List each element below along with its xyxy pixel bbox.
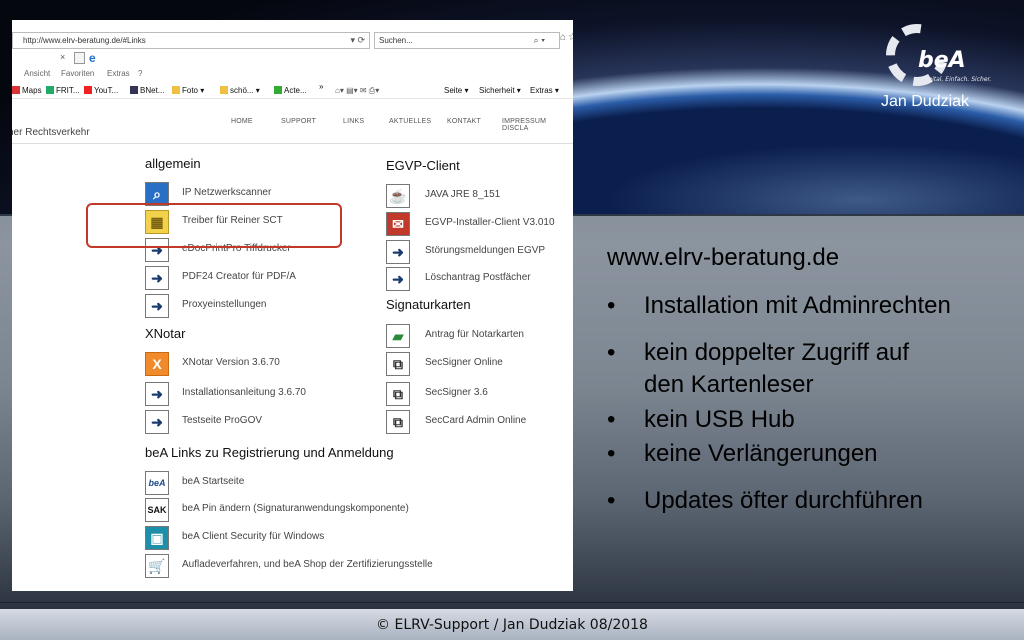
acte-icon bbox=[274, 86, 282, 94]
footer-divider bbox=[0, 602, 1024, 603]
sak-icon: SAK bbox=[145, 498, 169, 522]
java-icon: ☕ bbox=[386, 184, 410, 208]
bea-icon: beA bbox=[145, 471, 169, 495]
new-tab-button[interactable] bbox=[74, 52, 85, 64]
menu-sicherheit[interactable]: Sicherheit ▾ bbox=[479, 86, 521, 95]
stripes-icon: ▰ bbox=[386, 324, 410, 348]
secsigner-icon: ⧉ bbox=[386, 382, 410, 406]
toolbar-icons[interactable]: ⌂☆⚙ bbox=[560, 32, 573, 43]
heading-bea-links: beA Links zu Registrierung und Anmeldung bbox=[145, 445, 394, 460]
edge-icon[interactable]: e bbox=[89, 51, 96, 65]
fav-youtube[interactable]: YouT... bbox=[84, 86, 118, 95]
site-header: her Rechtsverkehr HOME SUPPORT LINKS AKT… bbox=[12, 110, 573, 144]
site-name: her Rechtsverkehr bbox=[12, 127, 90, 138]
shopping-cart-icon: 🛒 bbox=[145, 554, 169, 578]
home-icon[interactable]: ⌂▾ ▤▾ ✉ ⎙▾ bbox=[335, 86, 379, 96]
search-icon[interactable]: ⌕ ▾ bbox=[534, 33, 545, 48]
nav-support[interactable]: SUPPORT bbox=[281, 118, 316, 125]
menu-extras[interactable]: Extras bbox=[107, 69, 130, 78]
menu-bar: Ansicht Favoriten Extras ? bbox=[12, 68, 573, 82]
refresh-icon[interactable]: ▾ ⟳ bbox=[350, 33, 365, 48]
heading-xnotar: XNotar bbox=[145, 326, 186, 341]
frit-icon bbox=[46, 86, 54, 94]
address-bar[interactable]: http://www.elrv-beratung.de/#Links ▾ ⟳ bbox=[12, 32, 370, 49]
author-name: Jan Dudziak bbox=[881, 93, 970, 110]
fav-foto[interactable]: Foto ▾ bbox=[172, 86, 204, 95]
fav-maps[interactable]: Maps bbox=[12, 86, 42, 95]
search-input[interactable]: Suchen... ⌕ ▾ bbox=[374, 32, 560, 49]
maps-icon bbox=[12, 86, 20, 94]
nav-impressum[interactable]: IMPRESSUM DISCLA bbox=[502, 118, 573, 132]
close-tab-icon[interactable]: × bbox=[60, 52, 65, 62]
folder-icon bbox=[172, 86, 180, 94]
arrow-right-icon: ➜ bbox=[145, 294, 169, 318]
nav-aktuelles[interactable]: AKTUELLES bbox=[389, 118, 431, 125]
heading-egvp: EGVP-Client bbox=[386, 158, 460, 173]
menu-seite[interactable]: Seite ▾ bbox=[444, 86, 468, 95]
slide-url: www.elrv-beratung.de bbox=[607, 244, 840, 271]
youtube-icon bbox=[84, 86, 92, 94]
menu-extras-right[interactable]: Extras ▾ bbox=[530, 86, 559, 95]
menu-ansicht[interactable]: Ansicht bbox=[24, 69, 50, 78]
fav-more[interactable]: » bbox=[319, 82, 323, 91]
arrow-right-icon: ➜ bbox=[386, 240, 410, 264]
arrow-right-icon: ➜ bbox=[145, 382, 169, 406]
logo-tagline: Digital. Einfach. Sicher. bbox=[922, 76, 992, 83]
nav-kontakt[interactable]: KONTAKT bbox=[447, 118, 481, 125]
seccard-icon: ⧉ bbox=[386, 410, 410, 434]
heading-signaturkarten: Signaturkarten bbox=[386, 297, 471, 312]
secsigner-icon: ⧉ bbox=[386, 352, 410, 376]
browser-screenshot: http://www.elrv-beratung.de/#Links ▾ ⟳ S… bbox=[12, 20, 573, 591]
menu-help[interactable]: ? bbox=[138, 69, 142, 78]
bnet-icon bbox=[130, 86, 138, 94]
folder-icon bbox=[220, 86, 228, 94]
arrow-right-icon: ➜ bbox=[145, 410, 169, 434]
tab-row: × e bbox=[12, 51, 573, 67]
logo-brand: beA bbox=[918, 48, 966, 73]
fav-bnet[interactable]: BNet... bbox=[130, 86, 164, 95]
favorites-bar: Maps FRIT... YouT... BNet... Foto ▾ schö… bbox=[12, 82, 573, 99]
client-security-icon: ▣ bbox=[145, 526, 169, 550]
fav-acte[interactable]: Acte... bbox=[274, 86, 307, 95]
highlight-frame bbox=[86, 203, 342, 248]
envelope-icon: ✉ bbox=[386, 212, 410, 236]
search-placeholder: Suchen... bbox=[379, 36, 413, 45]
fav-frit[interactable]: FRIT... bbox=[46, 86, 80, 95]
nav-links[interactable]: LINKS bbox=[343, 118, 364, 125]
heading-allgemein: allgemein bbox=[145, 156, 201, 171]
xnotar-icon: X bbox=[145, 352, 169, 376]
menu-favoriten[interactable]: Favoriten bbox=[61, 69, 94, 78]
nav-home[interactable]: HOME bbox=[231, 118, 253, 125]
arrow-right-icon: ➜ bbox=[386, 267, 410, 291]
footer-copyright: © ELRV-Support / Jan Dudziak 08/2018 bbox=[376, 617, 648, 633]
arrow-right-icon: ➜ bbox=[145, 266, 169, 290]
fav-schoen[interactable]: schö... ▾ bbox=[220, 86, 260, 95]
address-url: http://www.elrv-beratung.de/#Links bbox=[23, 36, 146, 45]
